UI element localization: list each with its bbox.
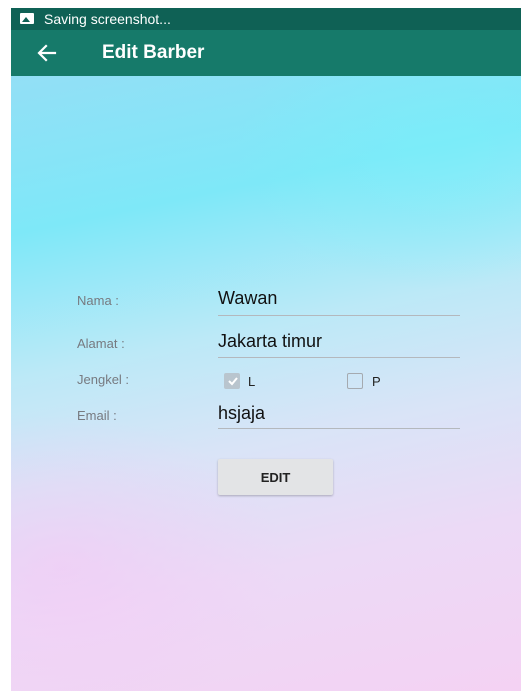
check-icon xyxy=(228,377,238,386)
arrow-left-icon[interactable] xyxy=(33,39,61,67)
phone-screen: Saving screenshot... Edit Barber Nama : … xyxy=(11,8,521,691)
status-bar: Saving screenshot... xyxy=(11,8,521,30)
nama-label: Nama : xyxy=(77,293,119,308)
nama-underline xyxy=(218,315,460,316)
checkbox-p[interactable] xyxy=(347,373,363,389)
alamat-underline xyxy=(218,357,460,358)
email-input[interactable]: hsjaja xyxy=(218,403,265,424)
email-underline xyxy=(218,428,460,429)
form-content: Nama : Wawan Alamat : Jakarta timur Jeng… xyxy=(11,76,521,691)
checkbox-p-label: P xyxy=(372,374,381,389)
nama-input[interactable]: Wawan xyxy=(218,288,277,309)
checkbox-l[interactable] xyxy=(224,373,240,389)
page-title: Edit Barber xyxy=(102,42,205,63)
jengkel-label: Jengkel : xyxy=(77,372,130,387)
app-bar: Edit Barber xyxy=(11,30,521,76)
alamat-input[interactable]: Jakarta timur xyxy=(218,331,322,352)
alamat-label: Alamat : xyxy=(77,336,125,351)
edit-button[interactable]: EDIT xyxy=(218,459,333,495)
image-icon xyxy=(20,13,34,24)
status-text: Saving screenshot... xyxy=(44,11,171,27)
checkbox-l-label: L xyxy=(248,374,256,389)
email-label: Email : xyxy=(77,408,117,423)
